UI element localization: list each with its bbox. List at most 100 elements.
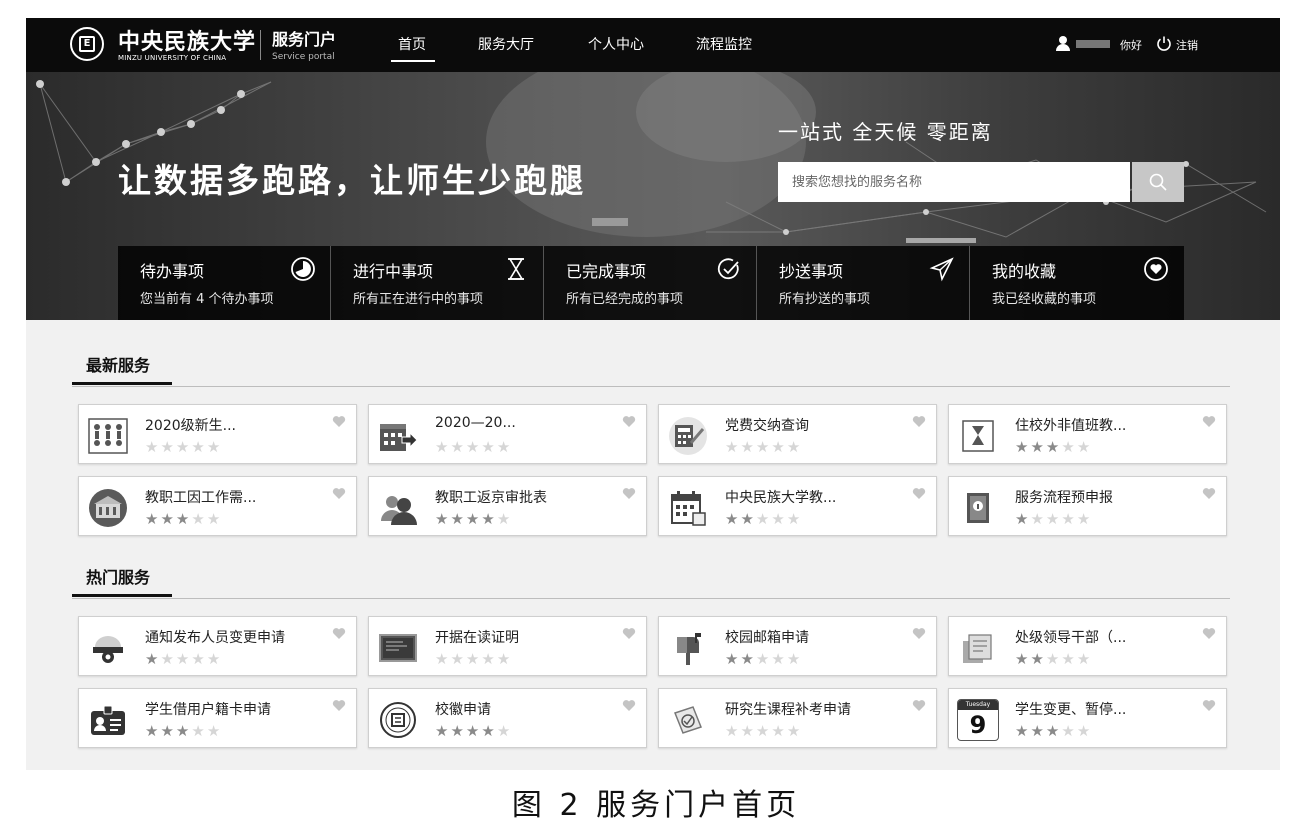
quick-link-desc: 所有正在进行中的事项 <box>353 292 484 307</box>
university-seal-icon: E <box>70 27 104 61</box>
info-book-icon <box>967 493 989 523</box>
service-card[interactable]: 校徽申请 ★★★★★ <box>368 688 647 748</box>
favorite-heart-icon[interactable] <box>332 487 346 499</box>
rating-star: ★ <box>481 722 497 740</box>
rating-star: ★ <box>740 722 756 740</box>
service-card[interactable]: 服务流程预申报 ★★★★★ <box>948 476 1227 536</box>
favorite-heart-icon[interactable] <box>912 627 926 639</box>
service-card[interactable]: 2020级新生... ★★★★★ <box>78 404 357 464</box>
rating-star: ★ <box>191 650 207 668</box>
service-card[interactable]: 2020—20... ★★★★★ <box>368 404 647 464</box>
nav-service-hall[interactable]: 服务大厅 <box>478 34 534 54</box>
rating-star: ★ <box>1076 438 1093 456</box>
favorite-heart-icon[interactable] <box>1202 699 1216 711</box>
logo-divider <box>260 30 261 60</box>
rating-stars: ★★★★★ <box>435 510 512 528</box>
favorite-heart-icon[interactable] <box>1202 627 1216 639</box>
service-card[interactable]: 住校外非值班教... ★★★★★ <box>948 404 1227 464</box>
service-card[interactable]: 学生借用户籍卡申请 ★★★★★ <box>78 688 357 748</box>
favorite-heart-icon[interactable] <box>912 487 926 499</box>
rating-star: ★ <box>496 650 513 668</box>
hourglass-box-icon <box>962 420 994 452</box>
rating-star: ★ <box>1045 438 1062 456</box>
favorite-heart-icon[interactable] <box>332 627 346 639</box>
rating-star: ★ <box>1030 510 1046 528</box>
quick-link-in-progress[interactable]: 进行中事项 所有正在进行中的事项 <box>331 246 544 320</box>
paper-plane-icon <box>929 257 954 282</box>
favorite-heart-icon[interactable] <box>1202 415 1216 427</box>
rating-star: ★ <box>771 722 787 740</box>
service-card[interactable]: 通知发布人员变更申请 ★★★★★ <box>78 616 357 676</box>
rating-star: ★ <box>145 510 161 528</box>
favorite-heart-icon[interactable] <box>912 415 926 427</box>
service-card[interactable]: 校园邮箱申请 ★★★★★ <box>658 616 937 676</box>
service-card[interactable]: 处级领导干部（... ★★★★★ <box>948 616 1227 676</box>
camera-dome-icon <box>93 636 123 663</box>
favorite-heart-icon[interactable] <box>622 627 636 639</box>
rating-star: ★ <box>1076 510 1093 528</box>
logout-link[interactable]: 注销 <box>1176 37 1198 53</box>
service-name: 教职工因工作需... <box>145 490 257 506</box>
rating-stars: ★★★★★ <box>1015 510 1092 528</box>
calculator-icon <box>669 417 707 455</box>
rating-star: ★ <box>206 722 223 740</box>
search-button[interactable] <box>1132 162 1184 202</box>
service-name: 处级领导干部（... <box>1015 630 1127 646</box>
section-underline <box>72 382 172 385</box>
nav-active-indicator <box>391 60 435 62</box>
logo-english: MINZU UNIVERSITY OF CHINA <box>118 54 227 62</box>
service-card[interactable]: 开据在读证明 ★★★★★ <box>368 616 647 676</box>
service-search-input[interactable] <box>778 162 1130 202</box>
rating-star: ★ <box>771 438 787 456</box>
quick-link-favorites[interactable]: 我的收藏 我已经收藏的事项 <box>970 246 1183 320</box>
people-grid-icon <box>88 418 128 454</box>
service-card[interactable]: 教职工返京审批表 ★★★★★ <box>368 476 647 536</box>
service-card[interactable]: 教职工因工作需... ★★★★★ <box>78 476 357 536</box>
rating-star: ★ <box>755 510 772 528</box>
quick-link-completed[interactable]: 已完成事项 所有已经完成的事项 <box>544 246 757 320</box>
quick-link-cc[interactable]: 抄送事项 所有抄送的事项 <box>757 246 970 320</box>
service-name: 学生变更、暂停... <box>1015 702 1127 718</box>
rating-star: ★ <box>175 510 192 528</box>
quick-link-todo[interactable]: 待办事项 您当前有 4 个待办事项 <box>118 246 331 320</box>
rating-star: ★ <box>450 650 466 668</box>
service-card[interactable]: Tuesday 9 学生变更、暂停... ★★★★★ <box>948 688 1227 748</box>
favorite-heart-icon[interactable] <box>912 699 926 711</box>
rating-star: ★ <box>160 722 176 740</box>
rating-star: ★ <box>1045 650 1062 668</box>
quick-link-title: 进行中事项 <box>353 262 434 281</box>
rating-star: ★ <box>1061 510 1077 528</box>
rating-star: ★ <box>786 722 803 740</box>
service-card[interactable]: 中央民族大学教... ★★★★★ <box>658 476 937 536</box>
rating-stars: ★★★★★ <box>725 438 802 456</box>
rating-star: ★ <box>740 510 756 528</box>
rating-stars: ★★★★★ <box>725 650 802 668</box>
quick-link-desc: 我已经收藏的事项 <box>992 292 1097 307</box>
service-card[interactable]: 研究生课程补考申请 ★★★★★ <box>658 688 937 748</box>
power-icon[interactable] <box>1156 35 1172 51</box>
service-name: 研究生课程补考申请 <box>725 702 851 718</box>
favorite-heart-icon[interactable] <box>332 415 346 427</box>
heart-circle-icon <box>1144 257 1168 281</box>
rating-star: ★ <box>175 650 192 668</box>
favorite-heart-icon[interactable] <box>622 415 636 427</box>
favorite-heart-icon[interactable] <box>622 699 636 711</box>
school-badge-icon <box>380 702 416 738</box>
rating-star: ★ <box>435 722 451 740</box>
quick-link-title: 待办事项 <box>140 262 205 281</box>
building-arrow-icon <box>380 424 418 451</box>
nav-process-monitor[interactable]: 流程监控 <box>696 34 752 54</box>
service-name: 通知发布人员变更申请 <box>145 630 285 646</box>
favorite-heart-icon[interactable] <box>622 487 636 499</box>
nav-personal-center[interactable]: 个人中心 <box>588 34 644 54</box>
favorite-heart-icon[interactable] <box>332 699 346 711</box>
user-icon[interactable] <box>1056 36 1070 52</box>
nav-home[interactable]: 首页 <box>398 34 426 54</box>
rating-star: ★ <box>206 438 223 456</box>
redacted-username <box>1076 40 1110 48</box>
favorite-heart-icon[interactable] <box>1202 487 1216 499</box>
service-card[interactable]: 党费交纳查询 ★★★★★ <box>658 404 937 464</box>
quick-links-bar: 待办事项 您当前有 4 个待办事项 进行中事项 所有正在进行中的事项 已完成事项 <box>118 246 1184 320</box>
figure-caption: 图 2 服务门户首页 <box>511 788 801 823</box>
mailbox-icon <box>677 633 701 665</box>
